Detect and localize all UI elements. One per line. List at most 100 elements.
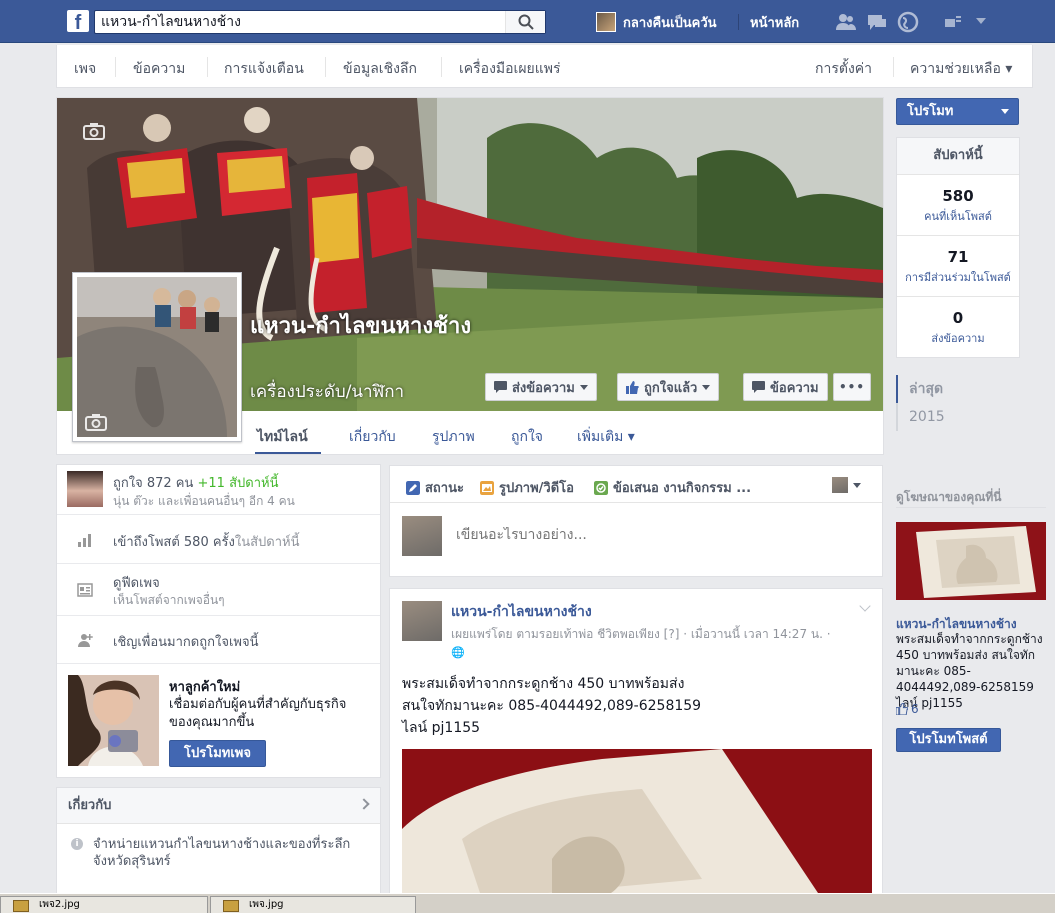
messages-icon[interactable] (866, 11, 888, 33)
your-ads-title: ดูโฆษณาของคุณที่นี่ (896, 490, 1002, 504)
chevron-down-icon (853, 482, 861, 488)
reach-count: เข้าถึงโพสต์ 580 ครั้ง (113, 535, 235, 550)
post-line: พระสมเด็จทำจากกระดูกช้าง 450 บาทพร้อมส่ง (402, 676, 685, 692)
promote-page-button[interactable]: โปรโมทเพจ (169, 740, 266, 767)
post-line: ไลน์ pj1155 (402, 720, 481, 736)
page-avatar (402, 516, 442, 556)
active-tab-indicator (255, 452, 321, 454)
timeline-nav-recent[interactable]: ล่าสุด (896, 375, 1020, 403)
pages-feed-title: ดูฟีดเพจ (113, 576, 160, 591)
composer-tab-status[interactable]: สถานะ (406, 477, 464, 498)
admin-tab-messages[interactable]: ข้อความ (133, 58, 185, 80)
tab-more[interactable]: เพิ่มเติม ▾ (577, 426, 635, 448)
stat-number: 71 (947, 248, 969, 266)
change-profile-camera-icon[interactable] (85, 413, 107, 431)
reach-text: เข้าถึงโพสต์ 580 ครั้งในสัปดาห์นี้ (113, 531, 300, 552)
tab-photos[interactable]: รูปภาพ (432, 426, 475, 448)
ad-likes-count: 6 (911, 702, 919, 716)
admin-help-menu[interactable]: ความช่วยเหลือ ▾ (910, 58, 1012, 80)
liked-button[interactable]: ถูกใจแล้ว (617, 373, 720, 401)
thumbs-up-icon (896, 703, 908, 715)
tab-about[interactable]: เกี่ยวกับ (349, 426, 396, 448)
likes-this-week: +11 สัปดาห์นี้ (197, 476, 279, 491)
pages-feed-row[interactable]: ดูฟีดเพจ เห็นโพสต์จากเพจอื่นๆ (57, 564, 380, 616)
download-item[interactable]: เพจ.jpg (210, 896, 416, 913)
amulet-illustration (896, 522, 1046, 600)
home-link[interactable]: หน้าหลัก (750, 12, 799, 33)
post-image[interactable] (402, 749, 872, 897)
search-input[interactable] (95, 11, 505, 33)
send-message-button[interactable]: ส่งข้อความ (485, 373, 597, 401)
invite-friends-row[interactable]: เชิญเพื่อนมากดถูกใจเพจนี้ (57, 616, 380, 664)
timeline-nav-2015[interactable]: 2015 (896, 403, 1020, 431)
likes-count: ถูกใจ 872 คน (113, 476, 194, 491)
about-description: จำหน่ายแหวนกำไลขนหางช้างและของที่ระลึกจั… (93, 837, 351, 869)
privacy-shortcuts-icon[interactable] (944, 13, 962, 29)
admin-tab-notifications[interactable]: การแจ้งเตือน (224, 58, 304, 80)
promote-button[interactable]: โปรโมท (896, 98, 1019, 125)
search-button[interactable] (505, 11, 545, 33)
image-file-icon (13, 900, 29, 912)
pages-feed-subtitle: เห็นโพสต์จากเพจอื่นๆ (113, 593, 225, 607)
post-body: พระสมเด็จทำจากกระดูกช้าง 450 บาทพร้อมส่ง… (402, 673, 872, 739)
page-avatar (832, 477, 848, 493)
search-icon (518, 14, 534, 30)
post-meta-text: เผยแพร่โดย ตามรอยเท้าพ่อ ชีวิตพอเพียง [?… (451, 627, 831, 641)
profile-picture[interactable] (72, 272, 242, 442)
top-bar: f กลางคืนเป็นควัน หน้าหลัก (0, 0, 1055, 43)
globe-icon: 🌐 (451, 646, 465, 659)
chevron-down-icon (579, 384, 588, 390)
post-options-chevron-icon[interactable] (859, 600, 871, 612)
stat-messages[interactable]: 0 ส่งข้อความ (897, 297, 1019, 358)
stat-label: ส่งข้อความ (931, 332, 985, 345)
more-options-label: ••• (839, 380, 866, 394)
post-author-avatar[interactable] (402, 601, 442, 641)
ad-likes[interactable]: 6 (896, 702, 919, 716)
reach-row[interactable]: เข้าถึงโพสต์ 580 ครั้งในสัปดาห์นี้ (57, 515, 380, 564)
composer-status-label: สถานะ (425, 481, 464, 496)
tab-more-label: เพิ่มเติม (577, 429, 624, 445)
friend-avatar (67, 471, 103, 507)
facebook-logo-icon[interactable]: f (67, 10, 89, 32)
post-as-selector[interactable] (832, 477, 861, 493)
composer-input[interactable] (456, 527, 856, 543)
ad-description: เชื่อมต่อกับผู้คนที่สำคัญกับธุรกิจของคุณ… (169, 697, 347, 730)
chevron-down-icon (702, 384, 711, 390)
weekly-stats-title: สัปดาห์นี้ (897, 138, 1019, 175)
page-category[interactable]: เครื่องประดับ/นาฬิกา (250, 378, 404, 405)
download-item[interactable]: เพจ2.jpg (0, 896, 208, 913)
send-message-label: ส่งข้อความ (512, 380, 575, 396)
admin-tab-publishing-tools[interactable]: เครื่องมือเผยแพร่ (459, 58, 561, 80)
likes-row[interactable]: ถูกใจ 872 คน +11 สัปดาห์นี้ นุ่น ต๊วะ แล… (57, 465, 380, 515)
divider (441, 57, 442, 77)
message-button[interactable]: ข้อความ (743, 373, 828, 401)
composer-tab-offer-event[interactable]: ข้อเสนอ งานกิจกรรม ... (594, 477, 751, 498)
page-name[interactable]: แหวน-กำไลขนหางช้าง (250, 312, 485, 342)
divider (325, 57, 326, 77)
profile-photo (77, 277, 237, 437)
change-cover-camera-icon[interactable] (83, 122, 105, 140)
about-card: เกี่ยวกับ i จำหน่ายแหวนกำไลขนหางช้างและข… (56, 787, 381, 897)
stat-post-reach[interactable]: 580 คนที่เห็นโพสต์ (897, 175, 1019, 236)
message-icon (494, 381, 507, 393)
download-filename: เพจ2.jpg (39, 899, 80, 910)
post-line: สนใจทักมานะคะ 085-4044492,089-6258159 (402, 698, 702, 714)
admin-tab-insights[interactable]: ข้อมูลเชิงลึก (343, 58, 417, 80)
post-author-name[interactable]: แหวน-กำไลขนหางช้าง (451, 601, 592, 623)
ad-preview-image[interactable] (896, 522, 1046, 600)
admin-tab-page[interactable]: เพจ (74, 58, 96, 80)
account-menu-caret-icon[interactable] (976, 18, 986, 24)
more-options-button[interactable]: ••• (833, 373, 871, 401)
composer-tab-photo[interactable]: รูปภาพ/วิดีโอ (480, 477, 574, 498)
about-header[interactable]: เกี่ยวกับ (57, 788, 380, 824)
friend-requests-icon[interactable] (835, 11, 857, 33)
promote-post-button[interactable]: โปรโมทโพสต์ (896, 728, 1001, 752)
notifications-globe-icon[interactable] (897, 11, 919, 33)
timeline-year-nav: ล่าสุด 2015 (896, 375, 1020, 431)
tab-timeline[interactable]: ไทม์ไลน์ (257, 426, 308, 448)
admin-settings-link[interactable]: การตั้งค่า (815, 58, 872, 80)
stat-post-engagement[interactable]: 71 การมีส่วนร่วมในโพสต์ (897, 236, 1019, 297)
user-name: กลางคืนเป็นควัน (623, 15, 717, 31)
tab-likes[interactable]: ถูกใจ (511, 426, 543, 448)
profile-link[interactable]: กลางคืนเป็นควัน (596, 11, 717, 33)
